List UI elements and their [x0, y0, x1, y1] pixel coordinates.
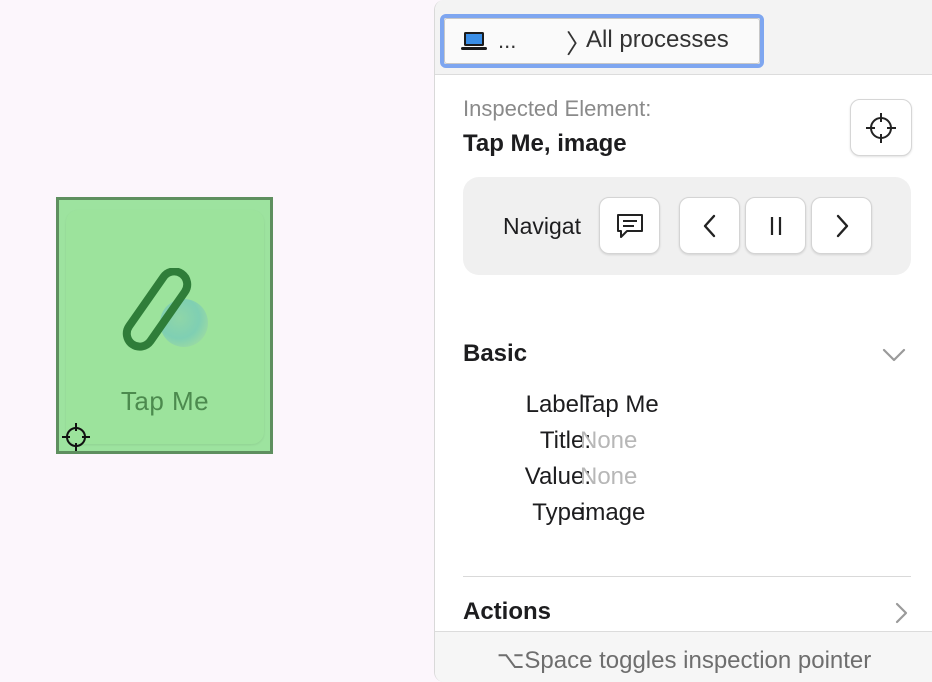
pause-icon	[770, 216, 781, 235]
navigation-label: Navigat	[503, 213, 581, 239]
process-path-ellipsis: ...	[498, 28, 517, 53]
next-element-button[interactable]	[811, 197, 872, 254]
section-divider	[463, 576, 911, 577]
basic-section-title[interactable]: Basic	[463, 340, 527, 368]
navigation-controls: Navigat	[463, 177, 911, 275]
property-value: None	[580, 427, 638, 454]
property-row-label: Label: Tap Me	[463, 391, 903, 421]
property-row-type: Type: image	[463, 499, 903, 529]
chevron-right-icon	[836, 214, 848, 237]
crosshair-icon	[62, 423, 90, 451]
inspected-element-value: Tap Me, image	[463, 130, 627, 157]
inspector-panel: ... 〉 All processes Inspected Element: T…	[434, 0, 932, 682]
app-canvas: Tap Me	[0, 0, 434, 682]
actions-section-title[interactable]: Actions	[463, 598, 551, 626]
process-selector[interactable]: ... 〉 All processes	[440, 14, 764, 68]
inspector-footer: ⌥Space toggles inspection pointer	[435, 631, 932, 682]
inspection-pointer-button[interactable]	[850, 99, 912, 156]
inspector-toolbar: ... 〉 All processes	[435, 0, 932, 75]
tap-me-tile[interactable]: Tap Me	[66, 210, 264, 444]
speech-bubble-icon	[616, 213, 643, 238]
laptop-icon	[461, 32, 487, 50]
property-value: None	[580, 463, 638, 490]
process-label: All processes	[586, 26, 729, 53]
tap-me-label: Tap Me	[120, 386, 210, 416]
chevron-left-icon	[703, 214, 715, 237]
property-row-title: Title: None	[463, 427, 903, 457]
property-value: Tap Me	[580, 391, 659, 418]
inspection-pointer-hint: ⌥Space toggles inspection pointer	[496, 647, 872, 674]
inspection-highlight: Tap Me	[56, 197, 273, 454]
crosshair-icon	[866, 112, 896, 143]
chevron-down-icon[interactable]	[881, 343, 907, 365]
speak-button[interactable]	[599, 197, 660, 254]
previous-element-button[interactable]	[679, 197, 740, 254]
pause-button[interactable]	[745, 197, 806, 254]
paperclip-app-icon	[122, 268, 208, 351]
property-row-value: Value: None	[463, 463, 903, 493]
property-value: image	[580, 499, 646, 526]
inspected-element-caption: Inspected Element:	[463, 96, 652, 121]
chevron-right-icon[interactable]	[891, 600, 911, 626]
